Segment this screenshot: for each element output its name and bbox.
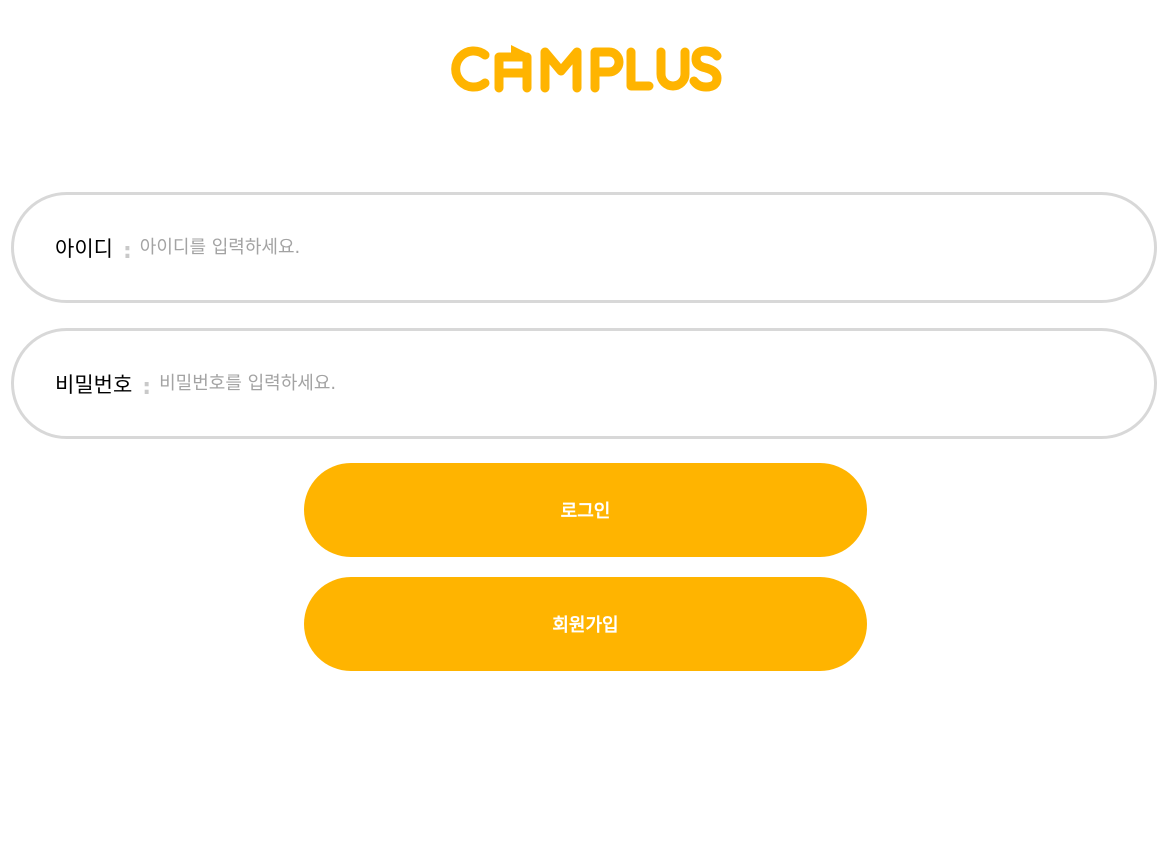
password-separator: : (142, 375, 152, 400)
id-separator: : (122, 239, 132, 264)
id-label: 아이디 (55, 236, 113, 261)
id-input[interactable] (139, 227, 1094, 268)
password-label: 비밀번호 (55, 372, 133, 397)
password-field: 비밀번호 : (11, 328, 1157, 439)
signup-button[interactable]: 회원가입 (304, 577, 867, 671)
camplus-logo (447, 43, 723, 95)
id-field: 아이디 : (11, 192, 1157, 303)
password-input[interactable] (159, 363, 1094, 404)
login-button-label: 로그인 (560, 501, 611, 522)
login-button[interactable]: 로그인 (304, 463, 867, 557)
login-page: 아이디 : 비밀번호 : 로그인 회원가입 (0, 0, 1171, 841)
signup-button-label: 회원가입 (552, 615, 619, 636)
